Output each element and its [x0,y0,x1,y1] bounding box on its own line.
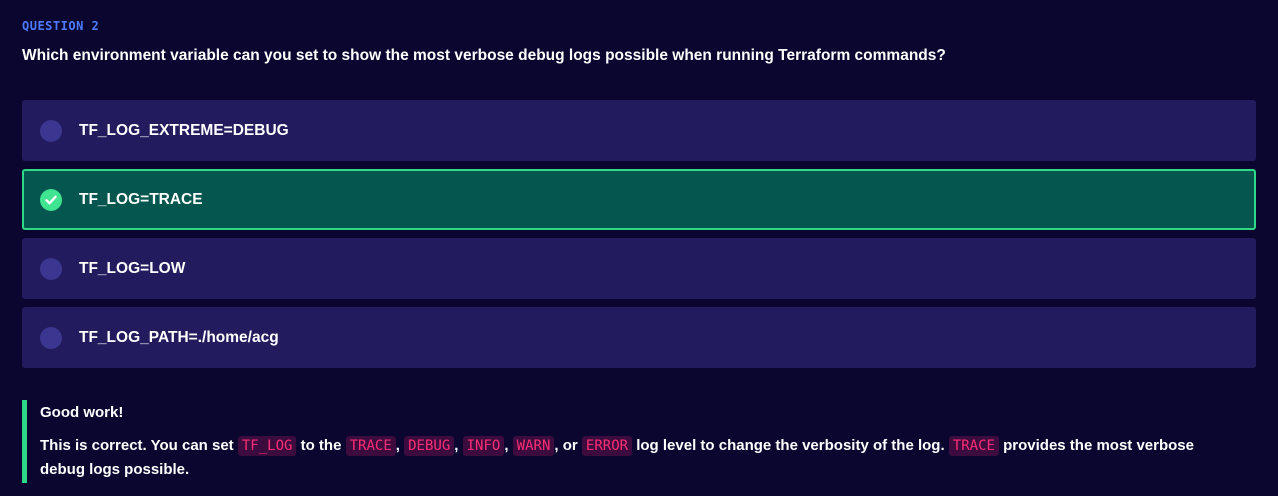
answer-option-1[interactable]: TF_LOG_EXTREME=DEBUG [22,100,1256,161]
code-snippet: TF_LOG [237,436,297,456]
radio-unchecked-icon[interactable] [40,326,62,349]
code-snippet: TRACE [948,436,999,456]
code-snippet: INFO [462,436,505,456]
answer-option-4[interactable]: TF_LOG_PATH=./home/acg [22,307,1256,368]
answer-option-label: TF_LOG_PATH=./home/acg [79,328,279,346]
feedback-panel: Good work! This is correct. You can set … [22,400,1256,483]
explanation-text: , [504,437,513,454]
explanation-text: , or [554,437,582,454]
radio-unchecked-icon[interactable] [40,257,62,280]
code-snippet: TRACE [345,436,396,456]
answer-option-label: TF_LOG=TRACE [79,190,203,208]
question-text: Which environment variable can you set t… [22,47,946,64]
code-snippet: ERROR [581,436,633,456]
explanation-text: , [454,437,463,454]
checkmark-glyph [45,195,57,204]
answer-option-2[interactable]: TF_LOG=TRACE [22,169,1256,230]
feedback-title: Good work! [40,404,124,421]
question-number-label: QUESTION 2 [22,19,100,33]
feedback-explanation: This is correct. You can set TF_LOG to t… [40,434,1210,482]
explanation-text: log level to change the verbosity of the… [632,437,949,454]
explanation-text: This is correct. You can set [40,437,238,454]
code-snippet: WARN [512,436,555,456]
answer-option-label: TF_LOG=LOW [79,259,186,277]
explanation-text: , [395,437,405,454]
answer-options: TF_LOG_EXTREME=DEBUG TF_LOG=TRACE TF_LOG… [22,100,1256,376]
radio-unchecked-icon[interactable] [40,119,62,142]
checkmark-icon[interactable] [40,188,62,211]
answer-option-label: TF_LOG_EXTREME=DEBUG [79,121,289,139]
explanation-text: to the [296,437,346,454]
code-snippet: DEBUG [404,436,455,456]
answer-option-3[interactable]: TF_LOG=LOW [22,238,1256,299]
